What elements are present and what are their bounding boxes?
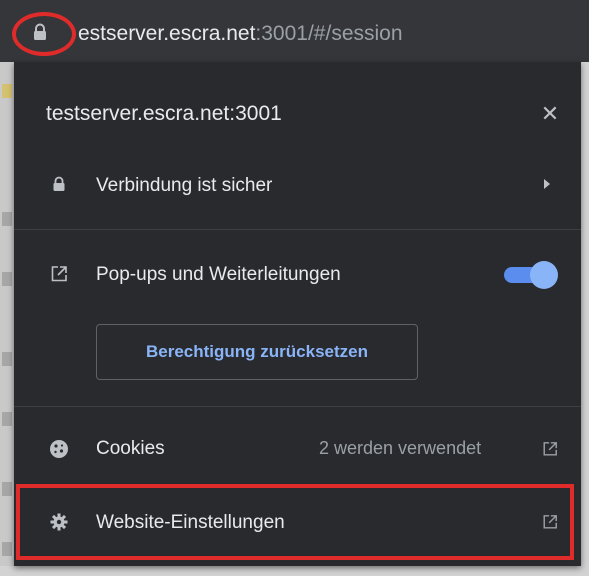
background-page-right [581,62,589,566]
connection-label: Verbindung ist sicher [96,175,273,196]
background-fragment [2,84,12,98]
close-button[interactable]: ✕ [536,100,564,128]
background-fragment [2,212,12,226]
url-text[interactable]: estserver.escra.net:3001/#/session [78,22,403,46]
external-link-icon [543,442,557,456]
reset-permissions-button[interactable]: Berechtigung zurücksetzen [96,324,418,380]
background-page-edge [0,62,14,576]
background-fragment [2,272,12,286]
annotation-circle [12,12,76,56]
background-fragment [2,482,12,496]
url-path: :3001/#/session [255,22,403,45]
cookie-icon [50,440,68,458]
background-fragment [2,412,12,426]
external-link-icon [51,266,67,282]
popup-title: testserver.escra.net:3001 [46,102,282,125]
annotation-rectangle [16,484,574,560]
background-fragment [2,352,12,366]
url-host: estserver.escra.net [78,22,256,45]
cookies-count: 2 werden verwendet [319,438,482,458]
toggle-thumb [530,261,558,289]
divider [14,406,581,407]
background-page-bottom [0,566,589,576]
popups-label: Pop-ups und Weiterleitungen [96,264,341,285]
popups-toggle[interactable] [504,261,560,289]
chevron-right-icon [544,179,550,189]
cookies-label: Cookies [96,438,165,459]
address-bar: estserver.escra.net:3001/#/session [0,0,589,62]
divider [14,229,581,230]
background-fragment [2,542,12,556]
lock-icon [53,176,65,191]
